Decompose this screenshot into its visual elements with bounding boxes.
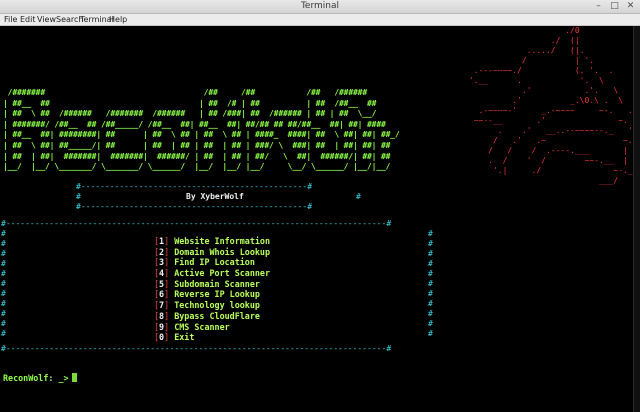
menu-bar: File Edit View Search Terminal Help xyxy=(0,14,640,26)
menu-option: [8] Bypass CloudFlare xyxy=(154,311,270,322)
menu-box-left-border: # # # # # # # # # # # xyxy=(1,229,6,339)
option-bracket-close: ] xyxy=(164,268,170,279)
menu-box-border-hash: # xyxy=(428,289,433,298)
option-label: Domain Whois Lookup xyxy=(174,246,270,257)
menu-option: [1] Website Information xyxy=(154,236,270,247)
menu-option: [4] Active Port Scanner xyxy=(154,268,270,279)
cursor xyxy=(71,373,77,382)
option-bracket-close: ] xyxy=(164,257,170,268)
wolf-ascii-art: ./0 ./ (| ...../ (|. / | '. .---~~~~./ (… xyxy=(468,26,633,185)
option-label: Active Port Scanner xyxy=(174,268,270,279)
credit-text: By XyberWolf xyxy=(186,192,244,201)
menu-file[interactable]: File xyxy=(4,14,17,25)
menu-box-border-hash: # xyxy=(1,289,6,298)
title-bar[interactable]: Terminal – □ ✕ xyxy=(0,0,640,14)
menu-box-border-hash: # xyxy=(1,229,6,238)
option-bracket-close: ] xyxy=(164,321,170,332)
option-bracket-close: ] xyxy=(164,236,170,246)
menu-box-border-hash: # xyxy=(1,269,6,278)
option-label: Subdomain Scanner xyxy=(174,278,260,289)
menu-option: [7] Technology lookup xyxy=(154,300,270,311)
credit-box-bottom-border: #---------------------------------------… xyxy=(76,202,313,211)
menu-box-border-hash: # xyxy=(428,239,433,248)
menu-box-border-hash: # xyxy=(1,319,6,328)
terminal-window: Terminal – □ ✕ File Edit View Search Ter… xyxy=(0,0,640,412)
menu-help[interactable]: Help xyxy=(109,14,127,25)
menu-box-top-border: #---------------------------------------… xyxy=(1,219,392,228)
menu-edit[interactable]: Edit xyxy=(20,14,36,25)
menu-view[interactable]: View xyxy=(37,14,56,25)
menu-box-border-hash: # xyxy=(1,239,6,248)
option-label: CMS Scanner xyxy=(174,321,230,332)
menu-box-border-hash: # xyxy=(1,249,6,258)
option-label: Technology lookup xyxy=(174,300,260,311)
window-title: Terminal xyxy=(300,1,340,11)
option-bracket-close: ] xyxy=(164,289,170,300)
menu-box-bottom-border: #---------------------------------------… xyxy=(1,344,392,353)
menu-box-border-hash: # xyxy=(1,299,6,308)
menu-box-border-hash: # xyxy=(428,329,433,338)
menu-box-border-hash: # xyxy=(1,259,6,268)
menu-box-border-hash: # xyxy=(428,259,433,268)
option-label: Exit xyxy=(174,332,195,343)
option-bracket-close: ] xyxy=(164,300,170,311)
menu-box-border-hash: # xyxy=(428,309,433,318)
option-bracket-close: ] xyxy=(164,310,170,321)
credit-box-left-border: # xyxy=(76,192,81,201)
menu-option: [3] Find IP Location xyxy=(154,257,270,268)
credit-box-top-border: #---------------------------------------… xyxy=(76,182,313,191)
option-menu: [1] Website Information [2] Domain Whois … xyxy=(154,236,270,343)
option-label: Website Information xyxy=(174,236,270,246)
command-prompt[interactable]: ReconWolf: _> xyxy=(3,373,77,384)
prompt-text: ReconWolf: _> xyxy=(3,373,69,383)
menu-box-border-hash: # xyxy=(1,309,6,318)
option-bracket-close: ] xyxy=(164,332,170,343)
menu-box-border-hash: # xyxy=(428,279,433,288)
menu-box-border-hash: # xyxy=(428,299,433,308)
credit-box-right-border: # xyxy=(356,192,361,201)
menu-box-border-hash: # xyxy=(428,319,433,328)
option-label: Find IP Location xyxy=(174,257,255,268)
option-label: Bypass CloudFlare xyxy=(174,310,260,321)
menu-option: [9] CMS Scanner xyxy=(154,322,270,333)
menu-box-border-hash: # xyxy=(428,229,433,238)
scrollbar[interactable] xyxy=(633,26,640,412)
menu-box-border-hash: # xyxy=(428,269,433,278)
menu-box-border-hash: # xyxy=(1,329,6,338)
menu-option: [5] Subdomain Scanner xyxy=(154,279,270,290)
menu-option: [6] Reverse IP Lookup xyxy=(154,289,270,300)
menu-option: [0] Exit xyxy=(154,332,270,343)
menu-box-border-hash: # xyxy=(428,249,433,258)
option-label: Reverse IP Lookup xyxy=(174,289,260,300)
option-bracket-close: ] xyxy=(164,278,170,289)
menu-box-border-hash: # xyxy=(1,279,6,288)
reconwolf-banner: /####### /## /## /## /###### | ##__ ## |… xyxy=(3,88,400,172)
maximize-button[interactable]: □ xyxy=(609,1,620,12)
option-bracket-close: ] xyxy=(164,246,170,257)
menu-option: [2] Domain Whois Lookup xyxy=(154,247,270,258)
terminal-output[interactable]: ./0 ./ (| ...../ (|. / | '. .---~~~~./ (… xyxy=(0,26,633,412)
minimize-button[interactable]: – xyxy=(593,1,604,12)
close-button[interactable]: ✕ xyxy=(625,1,636,12)
menu-box-right-border: # # # # # # # # # # # xyxy=(428,229,433,339)
